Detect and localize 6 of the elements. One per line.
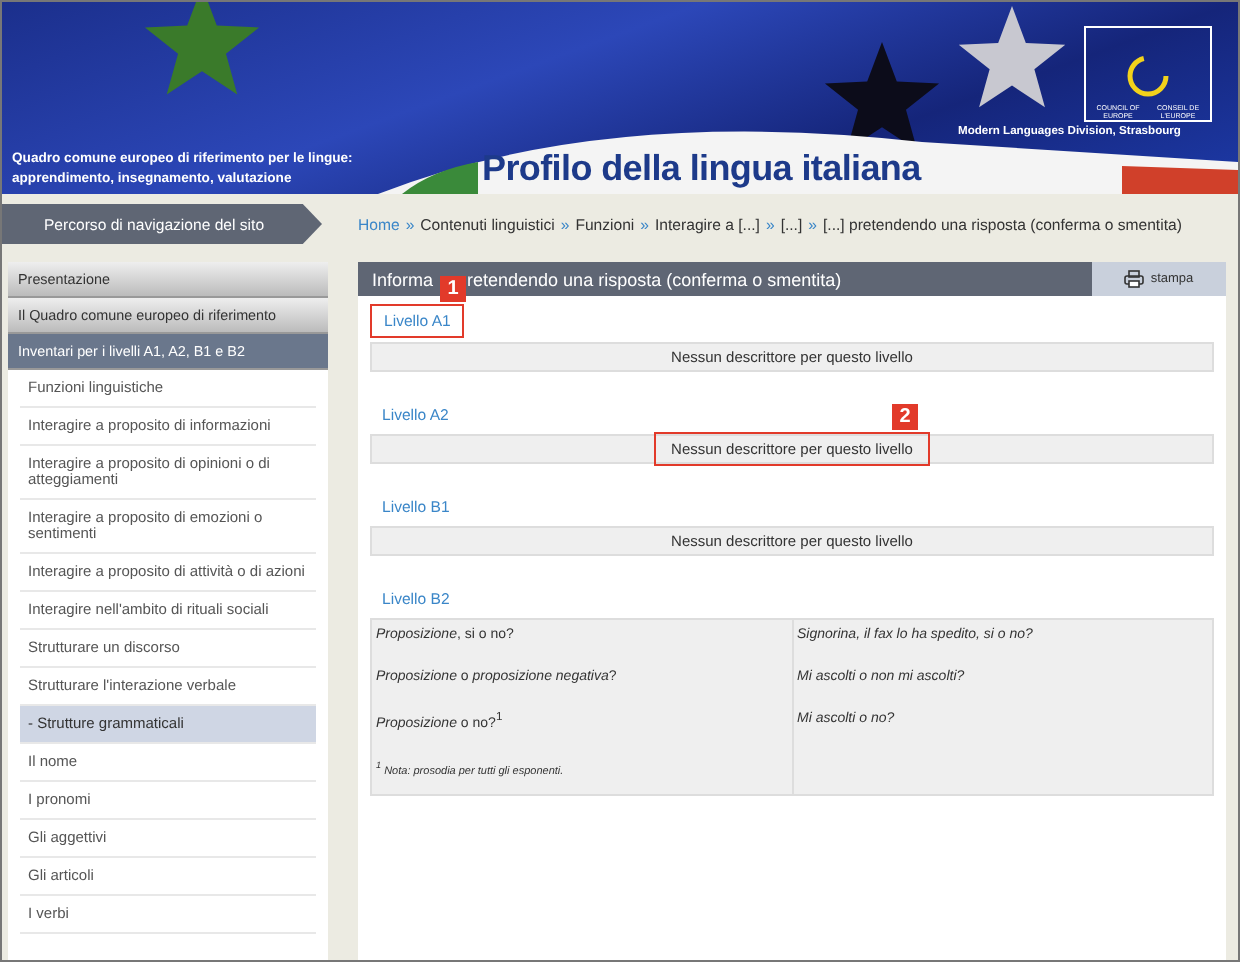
- panel-title: retendendo una risposta (conferma o smentita): [467, 269, 842, 289]
- site-title: Profilo della lingua italiana: [482, 148, 921, 190]
- panel-title: Informa: [372, 269, 434, 289]
- callout-badge: 1: [440, 276, 466, 302]
- callout-badge: 2: [892, 404, 918, 430]
- printer-icon: [1124, 270, 1145, 288]
